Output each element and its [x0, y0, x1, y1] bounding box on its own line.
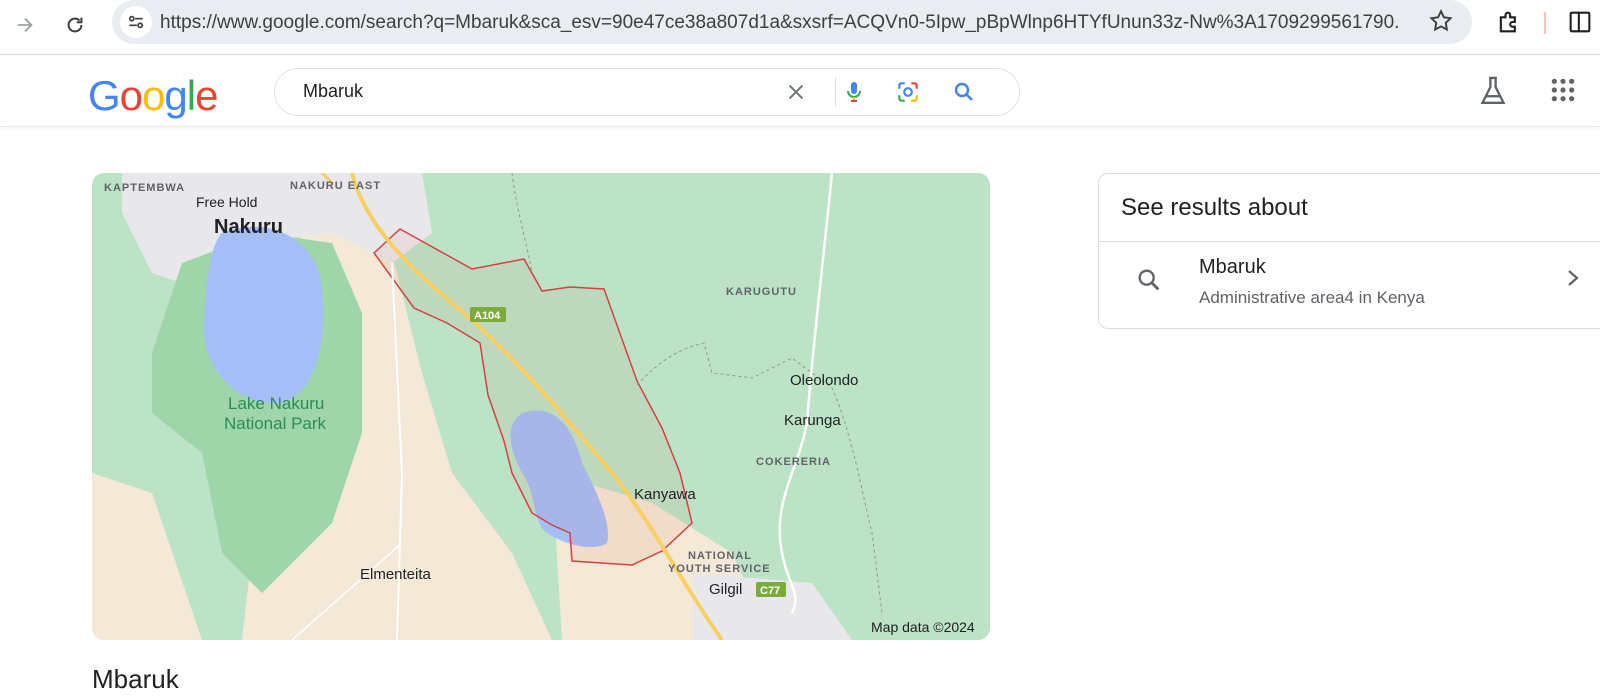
- map-label-a104: A104: [474, 310, 501, 322]
- map-label-nakuru: Nakuru: [214, 216, 283, 238]
- forward-icon[interactable]: [8, 8, 42, 42]
- lens-icon[interactable]: [895, 79, 921, 105]
- see-results-about-panel: See results about Mbaruk Administrative …: [1098, 173, 1600, 329]
- search-box-divider: [835, 77, 836, 107]
- address-bar[interactable]: https://www.google.com/search?q=Mbaruk&s…: [112, 0, 1472, 44]
- clear-icon[interactable]: [783, 79, 809, 105]
- entity-title: Mbaruk: [92, 664, 179, 694]
- search-box[interactable]: Mbaruk: [274, 68, 1020, 116]
- map-label-elmenteita: Elmenteita: [360, 566, 432, 583]
- toolbar-separator: [1544, 12, 1546, 34]
- search-icon: [1135, 266, 1163, 299]
- search-icon[interactable]: [951, 79, 977, 105]
- site-info-icon[interactable]: [120, 6, 152, 38]
- map-label-gilgil: Gilgil: [709, 581, 742, 598]
- panel-divider: [1099, 241, 1600, 242]
- mic-icon[interactable]: [841, 79, 867, 105]
- map-label-cokereria: COKERERIA: [756, 456, 831, 468]
- map-card[interactable]: KAPTEMBWA NAKURU EAST Free Hold Nakuru K…: [92, 173, 990, 640]
- url-text: https://www.google.com/search?q=Mbaruk&s…: [160, 12, 1400, 33]
- map-label-karunga: Karunga: [784, 412, 841, 429]
- result-subtitle: Administrative area4 in Kenya: [1199, 288, 1425, 307]
- map-label-lake-nakuru-line2: National Park: [224, 414, 327, 433]
- map-label-c77: C77: [760, 585, 780, 597]
- panel-title: See results about: [1121, 194, 1308, 221]
- search-input[interactable]: Mbaruk: [303, 81, 363, 102]
- map-label-karugutu: KARUGUTU: [726, 286, 797, 298]
- map-label-free-hold: Free Hold: [196, 194, 257, 210]
- map-label-oleolondo: Oleolondo: [790, 372, 858, 389]
- map-label-kanyawa: Kanyawa: [634, 486, 696, 503]
- map-attribution: Map data ©2024: [871, 619, 975, 635]
- reload-icon[interactable]: [58, 8, 92, 42]
- map-label-kaptembwa: KAPTEMBWA: [104, 182, 185, 194]
- labs-icon[interactable]: [1477, 74, 1509, 113]
- browser-toolbar: https://www.google.com/search?q=Mbaruk&s…: [0, 0, 1600, 55]
- side-panel-icon[interactable]: [1566, 8, 1594, 41]
- map-label-nys-line2: YOUTH SERVICE: [668, 563, 771, 575]
- chevron-right-icon[interactable]: [1563, 266, 1583, 295]
- map-label-nys-line1: NATIONAL: [688, 550, 752, 562]
- map-label-lake-nakuru-line1: Lake Nakuru: [228, 394, 324, 413]
- map-label-nakuru-east: NAKURU EAST: [290, 180, 381, 192]
- star-icon[interactable]: [1428, 8, 1454, 39]
- result-title-link[interactable]: Mbaruk: [1199, 256, 1266, 279]
- map-lake-nakuru: [203, 226, 323, 404]
- extensions-icon[interactable]: [1495, 8, 1523, 41]
- google-logo[interactable]: Google: [88, 72, 218, 120]
- apps-icon[interactable]: [1550, 77, 1576, 108]
